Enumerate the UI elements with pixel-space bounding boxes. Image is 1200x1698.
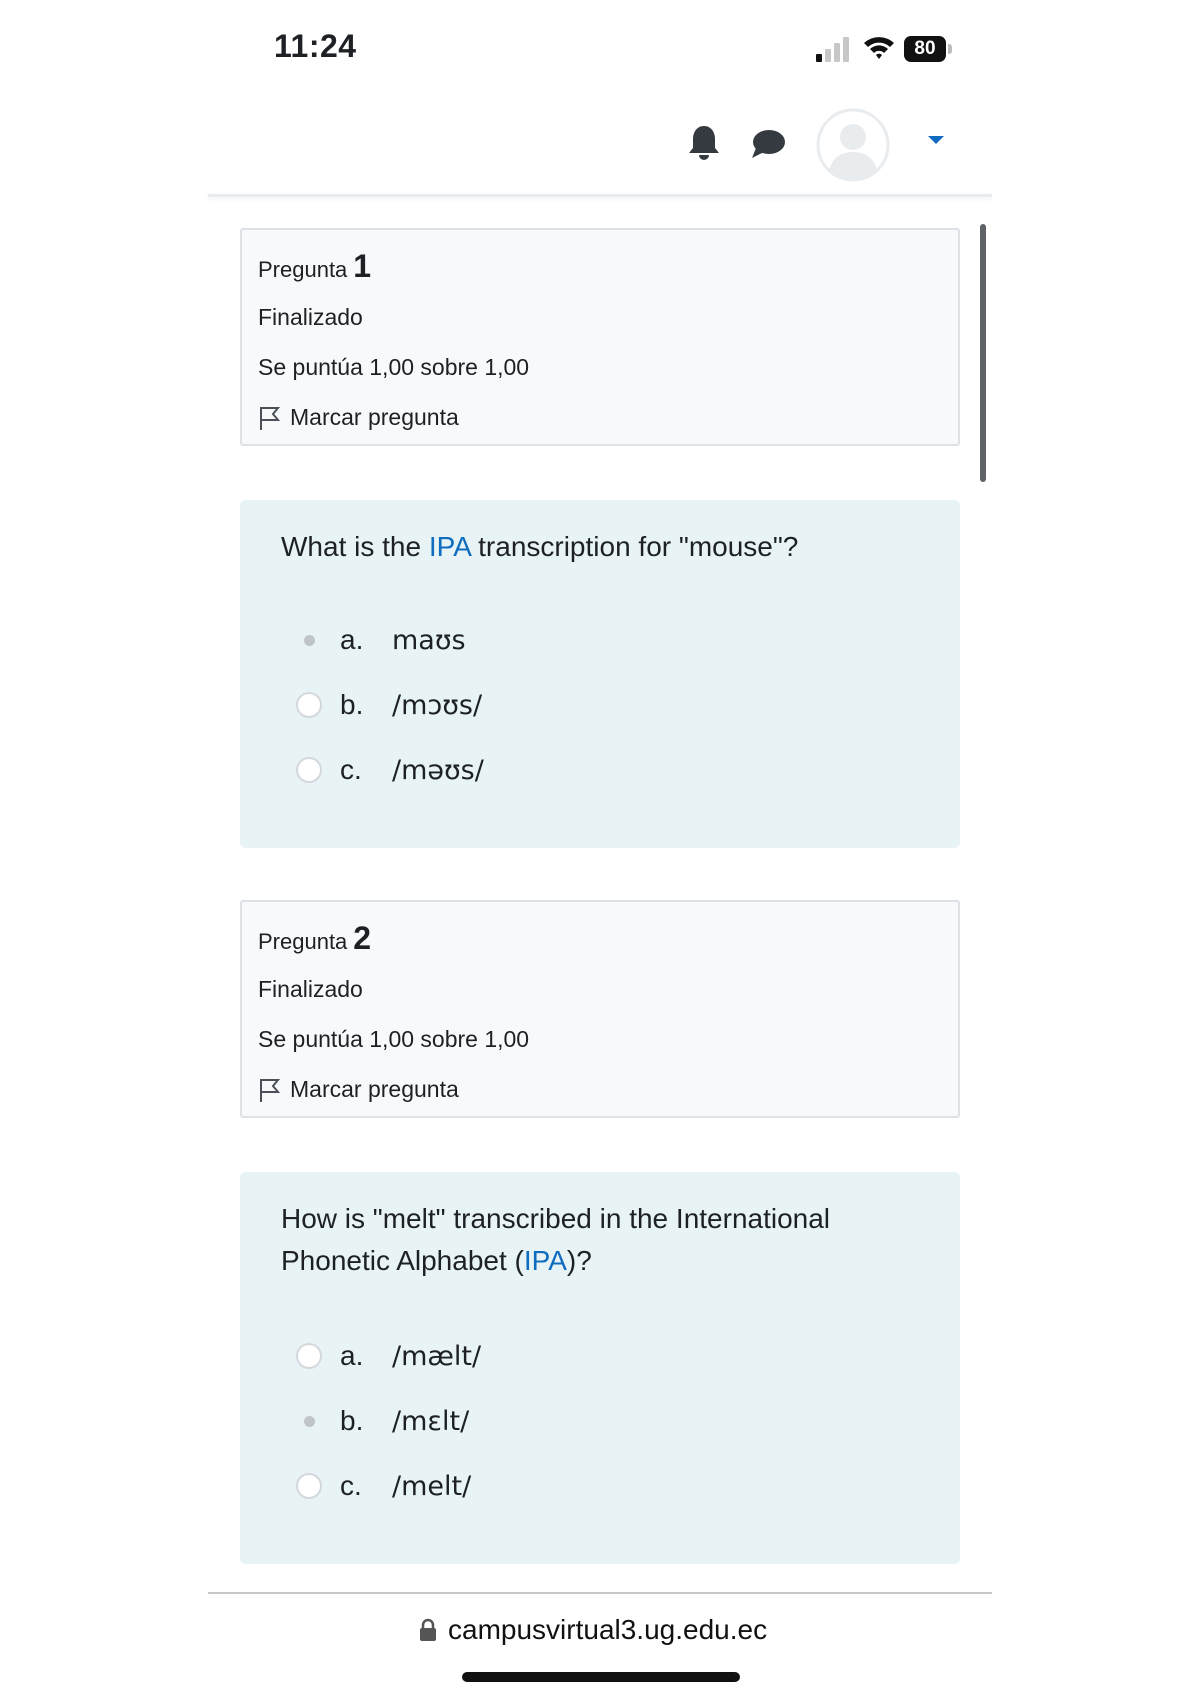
cellular-signal-icon (816, 37, 849, 62)
answer-letter: c. (340, 1470, 362, 1501)
home-indicator[interactable] (462, 1672, 740, 1682)
answer-radio[interactable] (296, 757, 322, 783)
answer-radio[interactable] (296, 692, 322, 718)
caret-down-icon[interactable] (926, 134, 946, 146)
ipa-link[interactable]: IPA (429, 531, 471, 562)
chat-icon[interactable] (750, 128, 786, 160)
battery-level: 80 (904, 36, 946, 62)
answer-text: maʊs (392, 624, 466, 656)
question-1-info: Pregunta 1 Finalizado Se puntúa 1,00 sobr… (240, 228, 960, 446)
avatar[interactable] (816, 108, 890, 182)
scrollbar-thumb[interactable] (980, 224, 986, 482)
flag-icon (260, 1078, 280, 1102)
status-time: 11:24 (274, 28, 357, 64)
question-1-answer-a[interactable]: a. maʊs (296, 620, 466, 660)
browser-bar-divider (208, 1592, 992, 1594)
question-1-answer-c[interactable]: c. /məʊs/ (296, 750, 484, 790)
question-text-part: transcription for "mouse"? (470, 531, 799, 562)
question-number: 2 (353, 920, 372, 956)
answer-text: /melt/ (392, 1470, 472, 1502)
question-2-info: Pregunta 2 Finalizado Se puntúa 1,00 sobr… (240, 900, 960, 1118)
battery-indicator: 80 (904, 36, 952, 62)
answer-text: /mɛlt/ (392, 1405, 470, 1437)
lock-icon (420, 1618, 436, 1641)
question-2-formulation: How is "melt" transcribed in the Interna… (240, 1172, 960, 1564)
answer-letter: a. (340, 1340, 364, 1371)
bell-icon[interactable] (686, 124, 722, 162)
address-bar[interactable]: campusvirtual3.ug.edu.ec (418, 1614, 767, 1646)
question-1-answer-b[interactable]: b. /mɔʊs/ (296, 685, 482, 725)
question-2-flag-link[interactable]: Marcar pregunta (258, 1076, 459, 1103)
answer-letter: a. (340, 624, 364, 655)
answer-text: /mælt/ (392, 1340, 482, 1372)
question-2-answer-a[interactable]: a. /mælt/ (296, 1336, 481, 1376)
answer-radio-checked[interactable] (296, 627, 322, 653)
question-2-answer-c[interactable]: c. /melt/ (296, 1466, 471, 1506)
answer-text: /məʊs/ (392, 754, 484, 786)
question-text-part: What is the (281, 531, 429, 562)
question-2-state: Finalizado (258, 976, 363, 1002)
wifi-icon (864, 37, 894, 59)
answer-letter: c. (340, 754, 362, 785)
question-label: Pregunta (258, 257, 348, 282)
flag-label: Marcar pregunta (290, 404, 459, 430)
question-2-text: How is "melt" transcribed in the Interna… (281, 1198, 921, 1282)
question-1-state: Finalizado (258, 304, 363, 330)
question-1-flag-link[interactable]: Marcar pregunta (258, 404, 459, 431)
question-1-formulation: What is the IPA transcription for "mouse… (240, 500, 960, 848)
header-divider (208, 194, 992, 197)
ipa-link[interactable]: IPA (524, 1245, 567, 1276)
answer-radio[interactable] (296, 1473, 322, 1499)
question-1-text: What is the IPA transcription for "mouse… (281, 526, 921, 568)
flag-icon (260, 406, 280, 430)
answer-text: /mɔʊs/ (392, 689, 483, 721)
question-number: 1 (353, 248, 372, 284)
answer-radio[interactable] (296, 1343, 322, 1369)
question-1-grade: Se puntúa 1,00 sobre 1,00 (258, 354, 530, 380)
flag-label: Marcar pregunta (290, 1076, 459, 1102)
question-2-answer-b[interactable]: b. /mɛlt/ (296, 1401, 469, 1441)
url-text: campusvirtual3.ug.edu.ec (448, 1614, 768, 1645)
question-text-part: )? (566, 1245, 592, 1276)
question-1-number-row: Pregunta 1 (258, 248, 371, 285)
question-label: Pregunta (258, 929, 348, 954)
answer-radio-checked[interactable] (296, 1408, 322, 1434)
question-2-grade: Se puntúa 1,00 sobre 1,00 (258, 1026, 530, 1052)
question-2-number-row: Pregunta 2 (258, 920, 371, 957)
answer-letter: b. (340, 689, 364, 720)
answer-letter: b. (340, 1405, 364, 1436)
